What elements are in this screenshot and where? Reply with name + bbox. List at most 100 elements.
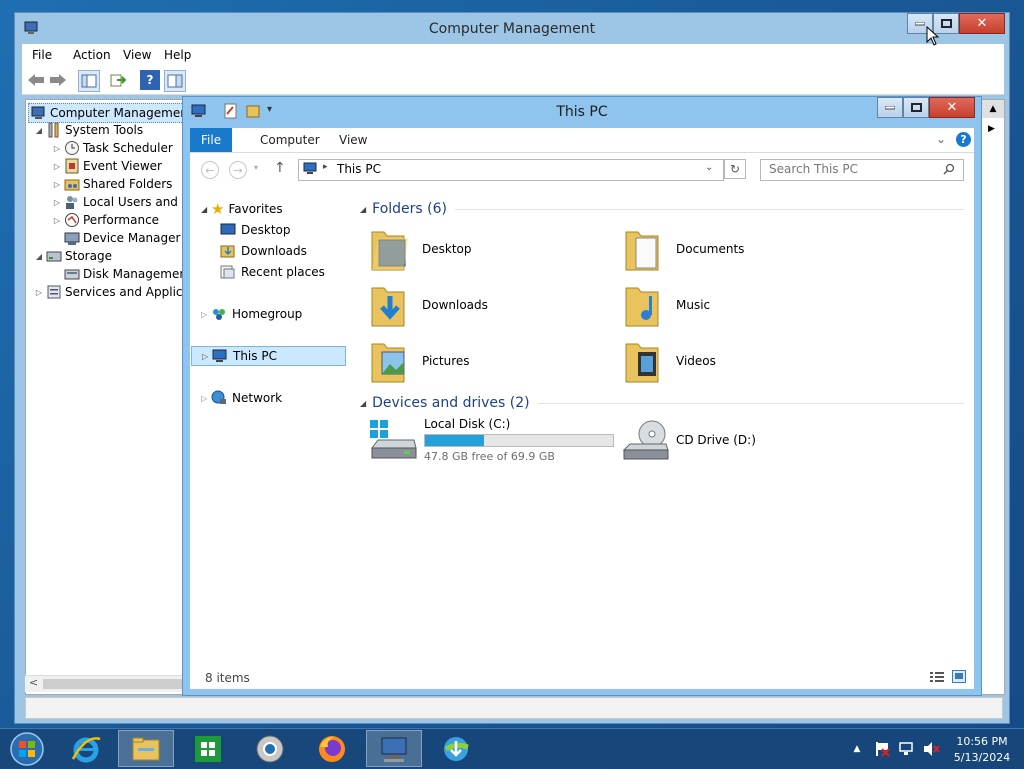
explorer-minimize-button[interactable] [877, 97, 903, 118]
address-bar[interactable]: ▸ This PC ⌄ [298, 159, 724, 181]
folder-downloads[interactable]: Downloads [370, 280, 590, 330]
taskbar-file-explorer[interactable] [118, 730, 174, 767]
collapse-arrow-icon[interactable]: ◢ [360, 399, 366, 408]
show-hidden-icons-button[interactable]: ▲ [850, 729, 864, 769]
explorer-status-bar: 8 items [190, 667, 974, 689]
back-button[interactable] [26, 70, 46, 90]
menu-action[interactable]: Action [73, 48, 111, 62]
explorer-maximize-button[interactable] [903, 97, 929, 118]
expand-arrow-icon[interactable]: ▷ [52, 162, 62, 171]
expand-arrow-icon[interactable]: ▷ [52, 180, 62, 189]
folder-videos[interactable]: Videos [624, 336, 844, 386]
scrollbar-thumb[interactable] [43, 679, 183, 689]
breadcrumb-arrow-icon[interactable]: ▸ [323, 162, 328, 172]
nav-homegroup[interactable]: ▷ Homegroup [201, 304, 302, 324]
scroll-left-arrow-icon[interactable]: < [29, 676, 38, 689]
tree-item-performance[interactable]: ▷ Performance [52, 211, 159, 229]
taskbar-clock[interactable]: 10:56 PM 5/13/2024 [946, 734, 1018, 766]
expand-arrow-icon[interactable]: ▷ [34, 288, 44, 297]
collapse-arrow-icon[interactable]: ◢ [360, 205, 366, 214]
menu-file[interactable]: File [32, 48, 52, 62]
folder-music[interactable]: Music [624, 280, 844, 330]
services-icon [47, 285, 61, 299]
nav-network[interactable]: ▷ Network [201, 388, 282, 408]
explorer-close-button[interactable]: ✕ [929, 97, 975, 118]
up-button[interactable]: ↑ [274, 160, 286, 176]
computer-management-icon [381, 737, 407, 762]
taskbar-firefox[interactable] [304, 730, 360, 767]
forward-button[interactable] [48, 70, 68, 90]
expand-ribbon-icon[interactable]: ⌄ [936, 132, 946, 146]
drive-local-disk-c[interactable]: Local Disk (C:) 47.8 GB free of 69.9 GB [370, 415, 620, 465]
pane-arrow-icon[interactable]: ▶ [988, 124, 995, 134]
taskbar-internet-explorer[interactable] [58, 730, 114, 767]
nav-downloads[interactable]: Downloads [220, 241, 307, 261]
nav-forward-button[interactable]: → [229, 161, 247, 179]
tree-label-shared-folders: Shared Folders [83, 177, 173, 191]
expand-arrow-icon[interactable]: ▷ [52, 144, 62, 153]
folder-pictures[interactable]: Pictures [370, 336, 590, 386]
tree-horizontal-scrollbar[interactable]: < [25, 675, 185, 692]
music-folder-icon [625, 287, 659, 327]
taskbar-computer-management[interactable] [366, 730, 422, 767]
collapse-arrow-icon[interactable]: ◢ [34, 252, 44, 261]
drive-cd-d[interactable]: CD Drive (D:) [622, 415, 842, 465]
tab-view[interactable]: View [339, 128, 367, 152]
address-dropdown-icon[interactable]: ⌄ [705, 162, 713, 173]
explorer-title-bar[interactable]: ▾ This PC ✕ [183, 97, 981, 125]
search-icon[interactable] [943, 163, 956, 176]
tab-file[interactable]: File [190, 128, 233, 152]
expand-arrow-icon[interactable]: ▷ [52, 198, 62, 207]
expand-arrow-icon[interactable]: ▷ [52, 216, 62, 225]
cm-close-button[interactable]: ✕ [959, 13, 1005, 34]
taskbar-download-manager[interactable] [428, 730, 484, 767]
start-button[interactable] [0, 730, 54, 767]
help-button[interactable]: ? [140, 70, 160, 90]
folders-section-header[interactable]: ◢ Folders (6) [360, 199, 964, 219]
cm-title-bar[interactable]: Computer Management ✕ [15, 13, 1009, 43]
show-action-pane-button[interactable] [164, 70, 186, 92]
collapse-arrow-icon[interactable]: ◢ [201, 205, 211, 214]
folder-desktop[interactable]: Desktop [370, 224, 590, 274]
tree-item-local-users[interactable]: ▷ Local Users and Groups [52, 193, 186, 211]
export-list-button[interactable] [108, 70, 128, 90]
large-icons-view-icon[interactable] [952, 670, 966, 683]
store-icon [195, 735, 221, 762]
scroll-up-arrow-icon[interactable]: ▲ [982, 100, 1004, 118]
menu-help[interactable]: Help [164, 48, 191, 62]
export-icon [110, 74, 126, 87]
tree-item-system-tools[interactable]: ◢ System Tools [34, 121, 143, 139]
details-view-icon[interactable] [930, 671, 944, 683]
expand-arrow-icon[interactable]: ▷ [201, 310, 211, 319]
expand-arrow-icon[interactable]: ▷ [201, 394, 211, 403]
tree-item-storage[interactable]: ◢ Storage [34, 247, 112, 265]
tray-action-center[interactable] [872, 729, 894, 769]
tree-item-services[interactable]: ▷ Services and Applications [34, 283, 186, 301]
tree-item-task-scheduler[interactable]: ▷ Task Scheduler [52, 139, 173, 157]
taskbar-browser[interactable] [242, 730, 298, 767]
nav-recent-places[interactable]: Recent places [220, 262, 325, 282]
refresh-button[interactable]: ↻ [724, 159, 746, 179]
tree-item-event-viewer[interactable]: ▷ Event Viewer [52, 157, 162, 175]
search-box[interactable]: Search This PC [760, 159, 964, 181]
folder-documents[interactable]: Documents [624, 224, 844, 274]
tree-item-disk-management[interactable]: Disk Management [62, 265, 186, 283]
menu-view[interactable]: View [123, 48, 151, 62]
show-hide-tree-button[interactable] [78, 70, 100, 92]
tray-network[interactable] [896, 729, 918, 769]
taskbar-store[interactable] [180, 730, 236, 767]
nav-favorites[interactable]: ◢ ★ Favorites [201, 199, 283, 219]
recent-locations-icon[interactable]: ▾ [254, 163, 258, 172]
tray-volume[interactable] [920, 729, 942, 769]
tab-computer[interactable]: Computer [260, 128, 320, 152]
nav-desktop[interactable]: Desktop [220, 220, 291, 240]
devices-section-header[interactable]: ◢ Devices and drives (2) [360, 393, 964, 413]
tree-item-root[interactable]: Computer Management (Local) [28, 103, 186, 123]
collapse-arrow-icon[interactable]: ◢ [34, 126, 44, 135]
tree-item-shared-folders[interactable]: ▷ Shared Folders [52, 175, 172, 193]
help-icon[interactable]: ? [956, 132, 971, 147]
expand-arrow-icon[interactable]: ▷ [202, 352, 212, 361]
tree-item-device-manager[interactable]: Device Manager [62, 229, 180, 247]
nav-this-pc[interactable]: ▷ This PC [191, 346, 346, 366]
nav-back-button[interactable]: ← [201, 161, 219, 179]
